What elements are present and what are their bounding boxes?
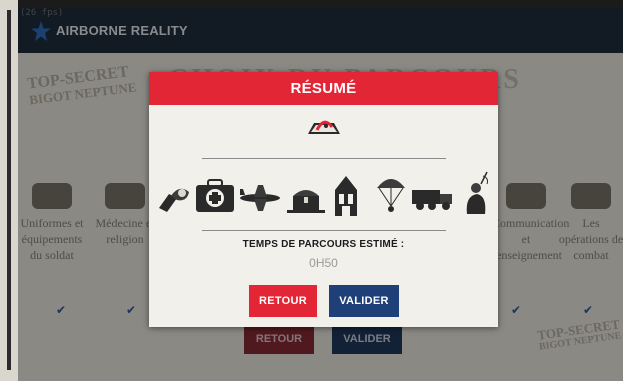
divider — [202, 230, 446, 231]
helmet-icon — [159, 188, 189, 212]
church-icon — [335, 176, 357, 216]
estimated-time-label: TEMPS DE PARCOURS ESTIMÉ : — [242, 239, 405, 250]
parachute-icon — [377, 179, 405, 212]
left-screen-edge — [0, 0, 18, 381]
airplane-icon — [240, 185, 280, 211]
military-truck-icon — [412, 190, 452, 210]
retour-button[interactable]: RETOUR — [249, 285, 317, 317]
app-screen: (26 fps) AIRBORNE REALITY TOP-SECRET BIG… — [18, 8, 623, 381]
parachute-emblem-icon — [308, 120, 340, 134]
modal-title: RÉSUMÉ — [149, 72, 498, 105]
divider — [202, 158, 446, 159]
medical-kit-icon — [196, 179, 234, 212]
valider-button[interactable]: VALIDER — [329, 285, 399, 317]
parcours-icons-row — [149, 168, 498, 224]
resume-modal: RÉSUMÉ TEMPS DE PARCOURS ESTIMÉ: 0H50 R… — [149, 72, 498, 327]
estimated-time-value: 0H50 — [309, 256, 338, 270]
fps-counter: (26 fps) — [20, 8, 64, 18]
radio-operator-icon — [466, 171, 488, 214]
treasure-chest-icon — [287, 190, 325, 213]
